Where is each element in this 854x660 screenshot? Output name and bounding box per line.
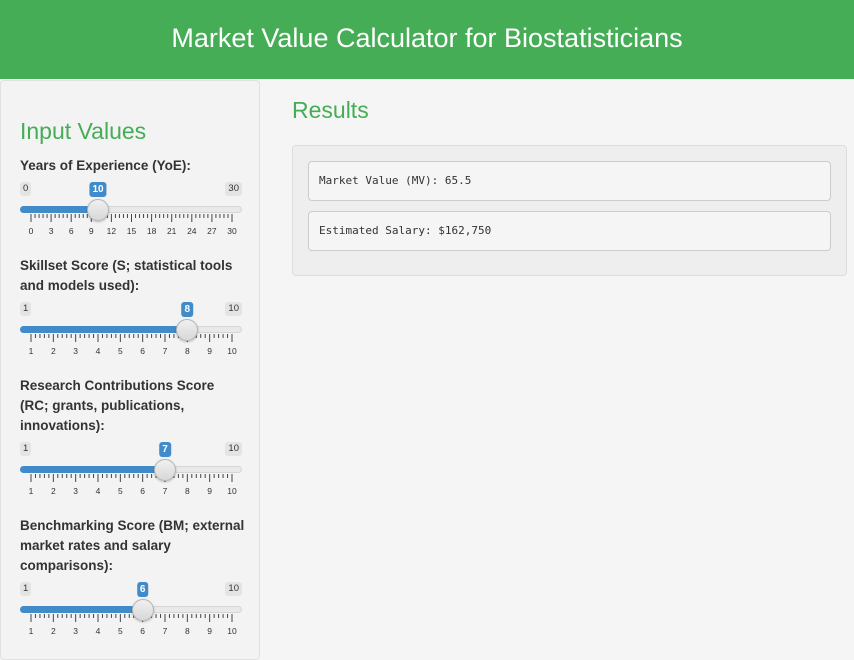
slider-handle[interactable] — [154, 459, 176, 481]
slider-tick-label: 10 — [227, 626, 237, 636]
slider-tick-label: 21 — [166, 226, 177, 236]
market-value-output: Market Value (MV): 65.5 — [308, 161, 831, 201]
results-panel: Market Value (MV): 65.5 Estimated Salary… — [292, 145, 847, 276]
slider-tick-label: 1 — [28, 346, 34, 356]
slider-tick-label: 4 — [95, 346, 101, 356]
slider-tick-label: 0 — [28, 226, 34, 236]
slider-tick-label: 7 — [162, 626, 168, 636]
slider-tick-label: 27 — [207, 226, 217, 236]
input-values-heading: Input Values — [20, 118, 147, 144]
yoe-slider-label: Years of Experience (YoE): — [20, 158, 191, 173]
slider-tick-label: 8 — [184, 486, 190, 496]
benchmarking-slider[interactable]: 1 10 6 1 2 3 4 5 6 7 8 9 10 — [20, 582, 244, 642]
slider-tick-label: 5 — [117, 486, 123, 496]
slider-tick-label: 3 — [73, 346, 79, 356]
slider-tick-label: 12 — [106, 226, 117, 236]
research-slider-label: Research Contributions Score (RC; grants… — [20, 378, 215, 433]
skillset-slider-label: Skillset Score (S; statistical tools and… — [20, 258, 233, 293]
estimated-salary-output: Estimated Salary: $162,750 — [308, 211, 831, 251]
slider-tick-label: 6 — [68, 226, 74, 236]
slider-tick-label: 1 — [28, 486, 34, 496]
slider-ticks — [30, 474, 233, 482]
slider-tick-label: 10 — [227, 346, 237, 356]
slider-value-label: 8 — [181, 302, 194, 317]
slider-tick-label: 4 — [95, 626, 101, 636]
slider-tick-label: 9 — [207, 346, 213, 356]
slider-handle[interactable] — [131, 599, 154, 621]
slider-tick-label: 9 — [88, 226, 94, 236]
slider-tick-label: 2 — [50, 486, 56, 496]
slider-tick-label: 30 — [227, 226, 237, 236]
slider-tick-label: 6 — [140, 486, 146, 496]
slider-tick-label: 8 — [184, 626, 190, 636]
slider-value-label: 6 — [136, 582, 149, 597]
slider-ticks — [30, 614, 233, 622]
slider-tick-label: 8 — [184, 346, 190, 356]
slider-min-label: 1 — [20, 442, 32, 456]
research-slider[interactable]: 1 10 7 1 2 3 4 5 6 7 8 9 10 — [20, 442, 244, 502]
slider-tick-label: 3 — [73, 486, 79, 496]
slider-value-label: 10 — [89, 182, 107, 197]
app-title: Market Value Calculator for Biostatistic… — [171, 23, 683, 53]
slider-tick-label: 5 — [117, 626, 123, 636]
skillset-slider[interactable]: 1 10 8 1 2 3 4 5 6 7 8 9 10 — [20, 302, 244, 362]
slider-tick-label: 6 — [140, 346, 146, 356]
slider-tick-label: 10 — [227, 486, 237, 496]
slider-min-label: 0 — [20, 182, 32, 196]
slider-tick-label: 2 — [50, 346, 56, 356]
slider-tick-label: 2 — [50, 626, 56, 636]
slider-tick-label: 7 — [162, 486, 168, 496]
slider-max-label: 10 — [225, 582, 242, 596]
slider-tick-label: 24 — [187, 226, 197, 236]
slider-tick-label: 1 — [28, 626, 34, 636]
slider-tick-label: 4 — [95, 486, 101, 496]
slider-tick-label: 7 — [162, 346, 168, 356]
slider-max-label: 30 — [225, 182, 242, 196]
slider-handle[interactable] — [87, 199, 109, 221]
input-sidebar: Input Values Years of Experience (YoE): … — [0, 80, 260, 660]
slider-tick-label: 3 — [73, 626, 79, 636]
slider-tick-label: 15 — [126, 226, 137, 236]
slider-fill — [20, 606, 143, 613]
slider-tick-label: 3 — [48, 226, 54, 236]
yoe-slider[interactable]: 0 30 10 0 3 6 9 12 15 18 21 24 27 30 — [20, 182, 244, 242]
slider-tick-label: 9 — [207, 626, 213, 636]
slider-ticks — [30, 214, 233, 222]
app-header: Market Value Calculator for Biostatistic… — [0, 0, 854, 79]
slider-ticks — [30, 334, 233, 342]
slider-max-label: 10 — [225, 302, 242, 316]
slider-min-label: 1 — [20, 582, 32, 596]
slider-fill — [20, 326, 188, 333]
benchmarking-slider-label: Benchmarking Score (BM; external market … — [20, 518, 245, 573]
results-heading: Results — [292, 97, 369, 123]
slider-tick-label: 9 — [207, 486, 213, 496]
slider-tick-label: 6 — [140, 626, 146, 636]
slider-value-label: 7 — [159, 442, 171, 457]
slider-fill — [20, 466, 165, 473]
slider-tick-label: 5 — [117, 346, 123, 356]
slider-max-label: 10 — [225, 442, 242, 456]
slider-tick-label: 18 — [146, 226, 157, 236]
slider-min-label: 1 — [20, 302, 32, 316]
